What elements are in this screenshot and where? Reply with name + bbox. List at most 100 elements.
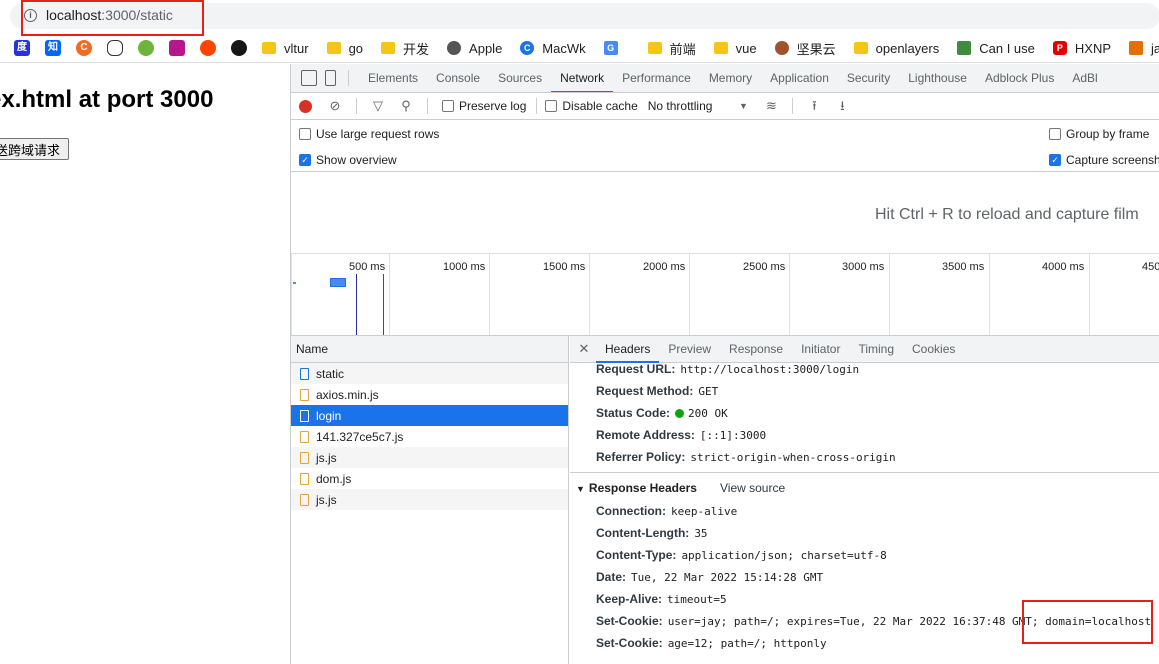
search-icon[interactable]: ⚲ <box>399 99 413 113</box>
page-viewport: ex.html at port 3000 送跨域请求 <box>0 64 290 664</box>
header-row: Request Method: GET <box>596 384 719 398</box>
chevron-down-icon[interactable]: ▼ <box>736 99 750 113</box>
group-by-frame-checkbox[interactable] <box>1049 128 1061 140</box>
show-overview-label: Show overview <box>316 153 397 167</box>
tab-lighthouse[interactable]: Lighthouse <box>899 64 976 92</box>
bookmark-openlayers[interactable]: openlayers <box>853 41 939 56</box>
bookmark-apple[interactable]: Apple <box>447 41 502 56</box>
bookmark-dev[interactable]: 开发 <box>381 39 429 58</box>
timeline-tick-label: 3500 ms <box>942 261 985 273</box>
group-by-frame-option[interactable]: Group by frame <box>1049 127 1149 141</box>
inspect-element-icon[interactable] <box>301 70 317 86</box>
page-heading: ex.html at port 3000 <box>0 86 214 113</box>
network-conditions-icon[interactable]: ≋ <box>764 99 778 113</box>
node-icon[interactable] <box>138 40 154 56</box>
bookmark-vue[interactable]: vue <box>713 41 757 56</box>
devtools-panel: Elements Console Sources Network Perform… <box>290 64 1159 664</box>
bookmark-macwk[interactable]: C MacWk <box>520 41 586 56</box>
timeline-tick-label: 1000 ms <box>443 261 486 273</box>
timeline-tick <box>889 254 890 335</box>
divider <box>792 98 794 114</box>
tab-application[interactable]: Application <box>761 64 838 92</box>
list-item[interactable]: dom.js <box>291 468 568 489</box>
tab-performance[interactable]: Performance <box>613 64 700 92</box>
bookmark-go[interactable]: go <box>326 41 363 56</box>
name-column-header[interactable]: Name <box>291 336 568 363</box>
header-row: Connection: keep-alive <box>596 504 738 518</box>
hxnp-icon: P <box>1052 41 1067 55</box>
tab-console[interactable]: Console <box>427 64 489 92</box>
tab-memory[interactable]: Memory <box>700 64 761 92</box>
list-item[interactable]: 141.327ce5c7.js <box>291 426 568 447</box>
bookmark-frontend[interactable]: 前端 <box>647 39 696 58</box>
bookmark-jianguoyun[interactable]: 坚果云 <box>774 39 836 58</box>
download-icon[interactable]: ⭳ <box>835 99 849 113</box>
response-headers-title[interactable]: ▼ Response Headers <box>576 481 697 495</box>
tab-elements[interactable]: Elements <box>359 64 427 92</box>
upload-icon[interactable]: ⭱ <box>807 99 821 113</box>
divider <box>356 98 357 114</box>
detail-tabbar: ✕ Headers Preview Response Initiator Tim… <box>570 336 1159 363</box>
csdn-icon[interactable]: C <box>76 40 92 56</box>
disable-cache-checkbox[interactable] <box>545 100 558 112</box>
reddit-icon[interactable] <box>200 40 216 56</box>
macwk-icon: C <box>520 41 535 55</box>
hand-icon[interactable] <box>107 40 123 56</box>
bookmark-hxnp[interactable]: P HXNP <box>1052 41 1111 56</box>
bookmark-vltur[interactable]: vltur <box>262 41 309 56</box>
sketch-icon[interactable] <box>169 40 185 56</box>
tab-cookies[interactable]: Cookies <box>903 336 964 363</box>
list-item[interactable]: static <box>291 363 568 384</box>
capture-screenshots-checkbox[interactable]: ✓ <box>1049 154 1061 166</box>
github-icon[interactable] <box>231 40 247 56</box>
capture-screenshots-option[interactable]: ✓ Capture screensh <box>1049 153 1159 167</box>
tab-network[interactable]: Network <box>551 64 614 92</box>
show-overview-checkbox[interactable]: ✓ <box>299 154 311 166</box>
tab-adblock[interactable]: AdBl <box>1063 64 1106 92</box>
list-item[interactable]: js.js <box>291 447 568 468</box>
disable-cache-label: Disable cache <box>562 99 638 113</box>
folder-icon <box>647 42 662 54</box>
tab-adblock-plus[interactable]: Adblock Plus <box>976 64 1063 92</box>
tab-initiator[interactable]: Initiator <box>792 336 849 363</box>
large-rows-option[interactable]: Use large request rows <box>299 127 439 141</box>
tab-sources[interactable]: Sources <box>489 64 551 92</box>
clear-icon[interactable]: ⊘ <box>328 99 342 113</box>
large-rows-checkbox[interactable] <box>299 128 311 140</box>
timeline-tick <box>489 254 490 335</box>
show-overview-option[interactable]: ✓ Show overview <box>299 153 397 167</box>
tab-preview[interactable]: Preview <box>659 336 720 363</box>
cors-request-button[interactable]: 送跨域请求 <box>0 138 70 160</box>
tab-timing[interactable]: Timing <box>849 336 903 363</box>
throttling-select[interactable]: No throttling <box>648 99 713 113</box>
bookmarks-bar: 度 知 C vltur go 开发 Apple C MacWk G 前端 vue … <box>0 34 1159 63</box>
bookmark-caniuse[interactable]: Can I use <box>957 41 1035 56</box>
divider <box>348 70 349 86</box>
baidu-icon[interactable]: 度 <box>14 40 30 56</box>
tab-response[interactable]: Response <box>720 336 792 363</box>
list-item[interactable]: js.js <box>291 489 568 510</box>
list-item[interactable]: axios.min.js <box>291 384 568 405</box>
close-icon[interactable]: ✕ <box>572 341 596 357</box>
network-overview-timeline[interactable]: 500 ms 1000 ms 1500 ms 2000 ms 2500 ms 3… <box>291 254 1159 336</box>
group-by-frame-label: Group by frame <box>1066 127 1150 141</box>
load-event-marker <box>383 274 384 335</box>
tab-security[interactable]: Security <box>838 64 899 92</box>
filter-icon[interactable]: ▽ <box>371 99 385 113</box>
header-row: Referrer Policy: strict-origin-when-cross… <box>596 450 896 464</box>
bookmark-translate[interactable]: G <box>603 41 630 55</box>
tab-headers[interactable]: Headers <box>596 336 660 363</box>
list-item-selected[interactable]: login <box>291 405 568 426</box>
preserve-log-checkbox[interactable] <box>442 100 454 112</box>
request-rows: static axios.min.js login 141.327ce5c7.j… <box>291 363 568 510</box>
document-icon <box>300 367 309 380</box>
zhihu-icon[interactable]: 知 <box>45 40 61 56</box>
device-toolbar-icon[interactable] <box>325 70 336 86</box>
record-icon[interactable] <box>299 99 312 113</box>
view-source-link[interactable]: View source <box>720 481 785 495</box>
folder-icon <box>381 42 396 54</box>
timeline-tick-label: 450 <box>1142 261 1159 273</box>
bookmark-java[interactable]: jav <box>1129 41 1159 56</box>
script-icon <box>300 472 309 485</box>
response-headers-section[interactable]: ▼ Response Headers View source <box>570 472 1159 500</box>
